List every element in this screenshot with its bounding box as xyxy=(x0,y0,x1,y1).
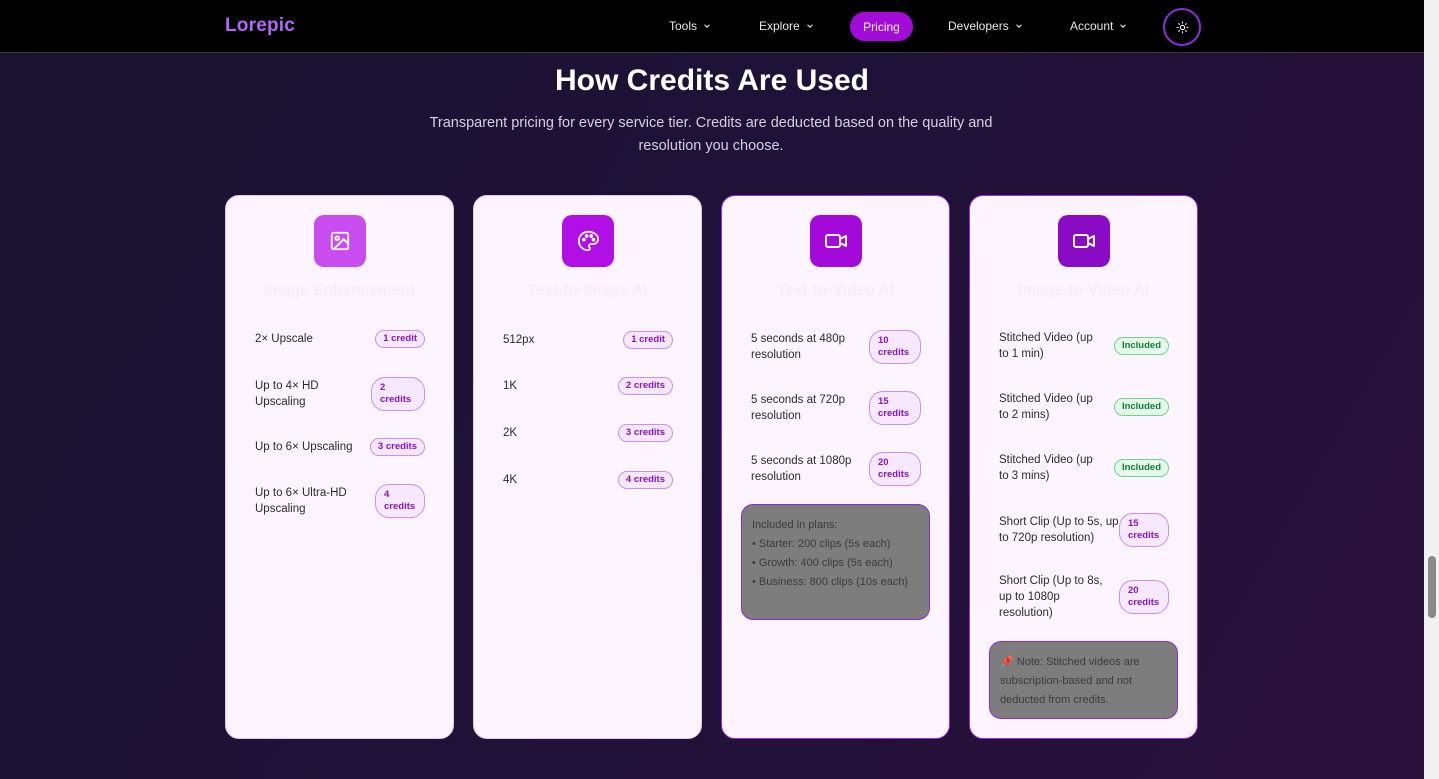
plans-note: Included in plans: • Starter: 200 clips … xyxy=(741,504,930,620)
list-item: Short Clip (Up to 5s, up to 720p resolut… xyxy=(999,513,1169,547)
service-label: 1K xyxy=(503,380,518,392)
scrollbar-thumb[interactable] xyxy=(1428,556,1436,618)
card-title: Text-to-Video AI xyxy=(777,282,894,299)
pricing-card-image-enhancement: Image Enhancement 2× Upscale 1 credit Up… xyxy=(225,195,454,739)
service-label: Up to 6× Upscaling xyxy=(255,441,353,453)
service-label: Stitched Video (up to 1 min) xyxy=(999,332,1093,360)
stitched-note: 📌 Note: Stitched videos are subscription… xyxy=(989,641,1178,719)
credit-badge: 2 credits xyxy=(617,377,673,395)
credit-badge: 20 credits xyxy=(869,452,921,486)
service-label: Short Clip (Up to 8s, up to 1080p resolu… xyxy=(999,575,1103,619)
pricing-card-text-to-image: Text-to-Image AI 512px 1 credit 1K 2 cre… xyxy=(473,195,702,739)
video-icon xyxy=(810,215,862,267)
credit-badge: 15 credits xyxy=(869,391,921,425)
list-item: 5 seconds at 480p resolution 10 credits xyxy=(751,330,921,364)
list-item: Stitched Video (up to 3 mins) Included xyxy=(999,452,1169,484)
list-item: 4K 4 credits xyxy=(503,471,673,489)
section-subtitle: Transparent pricing for every service ti… xyxy=(429,115,993,154)
pricing-card-text-to-video: Text-to-Video AI 5 seconds at 480p resol… xyxy=(721,195,950,739)
theme-toggle-button[interactable] xyxy=(1163,8,1201,46)
chevron-down-icon xyxy=(806,24,813,28)
nav-pricing[interactable]: Pricing xyxy=(850,12,913,41)
credit-badge: 3 credits xyxy=(369,438,425,456)
chevron-down-icon xyxy=(1015,24,1022,28)
service-label: 5 seconds at 720p resolution xyxy=(751,394,845,422)
credit-badge: 3 credits xyxy=(617,424,673,442)
plans-note-heading: Included in plans: xyxy=(752,519,838,531)
image-icon xyxy=(314,215,366,267)
plans-note-line: • Starter: 200 clips (5s each) xyxy=(752,538,891,550)
credit-badge: 10 credits xyxy=(869,330,921,364)
nav-developers[interactable]: Developers xyxy=(948,19,1023,33)
service-label: 512px xyxy=(503,334,535,346)
chevron-down-icon xyxy=(704,24,710,28)
service-label: Stitched Video (up to 2 mins) xyxy=(999,393,1093,421)
service-label: 5 seconds at 480p resolution xyxy=(751,333,845,361)
service-label: 2× Upscale xyxy=(255,333,313,345)
service-label: Stitched Video (up to 3 mins) xyxy=(999,454,1093,482)
list-item: Short Clip (Up to 8s, up to 1080p resolu… xyxy=(999,573,1169,621)
palette-icon xyxy=(562,215,614,267)
card-title: Text-to-Image AI xyxy=(527,282,648,299)
list-item: Up to 4× HD Upscaling 2 credits xyxy=(255,377,425,411)
list-item: Stitched Video (up to 1 min) Included xyxy=(999,330,1169,362)
list-item: 1K 2 credits xyxy=(503,377,673,395)
nav-developers-label: Developers xyxy=(948,19,1009,33)
list-item: 5 seconds at 1080p resolution 20 credits xyxy=(751,452,921,486)
list-item: Stitched Video (up to 2 mins) Included xyxy=(999,391,1169,423)
list-item: 2K 3 credits xyxy=(503,424,673,442)
card-title: Image Enhancement xyxy=(264,282,415,299)
scrollbar-track[interactable] xyxy=(1424,0,1439,779)
nav-tools[interactable]: Tools xyxy=(669,19,711,33)
list-item: 5 seconds at 720p resolution 15 credits xyxy=(751,391,921,425)
credit-badge: 4 credits xyxy=(617,471,673,489)
plans-note-line: • Growth: 400 clips (5s each) xyxy=(752,557,893,569)
list-item: Up to 6× Ultra-HD Upscaling 4 credits xyxy=(255,484,425,518)
card-title: Image-to-Video AI xyxy=(1018,282,1149,299)
credit-badge: 2 credits xyxy=(371,377,425,411)
pricing-card-image-to-video: Image-to-Video AI Stitched Video (up to … xyxy=(969,195,1198,739)
plans-note-line: • Business: 800 clips (10s each) xyxy=(752,576,909,588)
nav-tools-label: Tools xyxy=(669,19,698,33)
nav-explore-label: Explore xyxy=(759,19,800,33)
included-badge: Included xyxy=(1113,337,1169,355)
nav-account[interactable]: Account xyxy=(1070,19,1127,33)
brand-logo[interactable]: Lorepic xyxy=(225,15,295,37)
list-item: 512px 1 credit xyxy=(503,331,673,349)
service-label: 2K xyxy=(503,427,518,439)
nav-account-label: Account xyxy=(1070,19,1114,33)
service-label: Up to 6× Ultra-HD Upscaling xyxy=(255,487,347,515)
list-item: 2× Upscale 1 credit xyxy=(255,330,425,348)
included-badge: Included xyxy=(1113,398,1169,416)
top-navbar: Lorepic Tools Explore Pricing Developers… xyxy=(0,0,1424,53)
chevron-down-icon xyxy=(1120,24,1127,28)
service-label: 4K xyxy=(503,474,518,486)
service-label: 5 seconds at 1080p resolution xyxy=(751,455,852,483)
credit-badge: 1 credit xyxy=(623,331,673,349)
credit-badge: 15 credits xyxy=(1119,513,1169,547)
credit-badge: 1 credit xyxy=(375,330,425,348)
credit-badge: 4 credits xyxy=(375,484,425,518)
included-badge: Included xyxy=(1113,459,1169,477)
credit-badge: 20 credits xyxy=(1119,580,1169,614)
list-item: Up to 6× Upscaling 3 credits xyxy=(255,438,425,456)
nav-explore[interactable]: Explore xyxy=(759,19,814,33)
sun-icon xyxy=(1176,21,1188,33)
section-title: How Credits Are Used xyxy=(555,64,869,97)
video-icon xyxy=(1058,215,1110,267)
service-label: Up to 4× HD Upscaling xyxy=(255,380,319,408)
service-label: Short Clip (Up to 5s, up to 720p resolut… xyxy=(999,516,1119,544)
